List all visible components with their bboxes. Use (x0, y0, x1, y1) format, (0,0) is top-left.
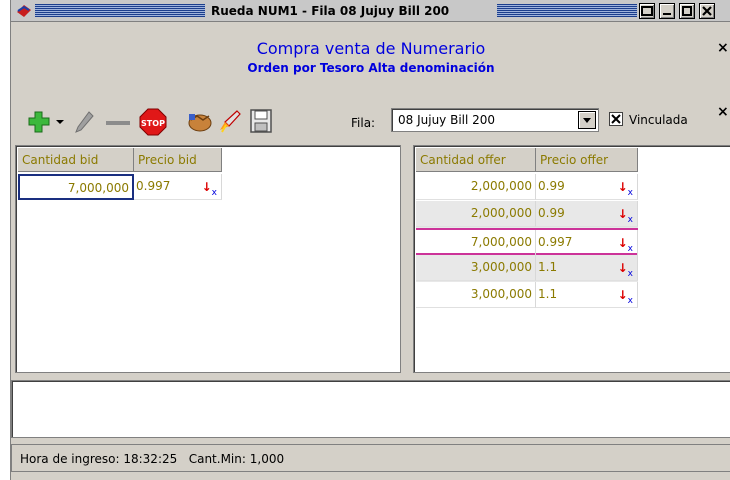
arrow-down-icon: ↓ (617, 180, 628, 194)
vinculada-label: Vinculada (629, 113, 688, 127)
cancel-arrow-icon[interactable]: ↓x (618, 283, 633, 309)
offer-cell-cantidad[interactable]: 3,000,000 (416, 282, 536, 308)
cancel-arrow-icon[interactable]: ↓x (618, 256, 633, 282)
edit-pencil-icon[interactable] (73, 110, 95, 134)
offer-precio-value: 0.99 (538, 179, 565, 193)
stop-label: STOP (141, 119, 165, 128)
cantmin-value: 1,000 (249, 452, 285, 466)
status-bar: Hora de ingreso: 18:32:25 Cant.Min: 1,00… (11, 444, 730, 472)
table-row[interactable]: 3,000,000 1.1 ↓x (416, 255, 638, 282)
fila-combobox[interactable]: 08 Jujuy Bill 200 (391, 108, 599, 132)
offer-precio-value: 1.1 (538, 260, 558, 274)
fila-value: 08 Jujuy Bill 200 (398, 113, 496, 127)
col-header-cantidad-bid[interactable]: Cantidad bid (18, 148, 134, 172)
offer-precio-value: 1.1 (538, 287, 558, 301)
dropdown-arrow-icon[interactable] (55, 118, 65, 126)
title-stripes-right (497, 4, 637, 17)
x-mark: x (211, 188, 217, 198)
arrow-down-icon: ↓ (617, 207, 628, 221)
message-area[interactable] (11, 380, 730, 438)
table-row[interactable]: 2,000,000 0.99 ↓x (416, 174, 638, 201)
rocket-icon[interactable] (217, 108, 243, 134)
fila-label-text: Fila: (351, 116, 376, 130)
table-row[interactable]: 3,000,000 1.1 ↓x (416, 282, 638, 309)
offer-cell-cantidad[interactable]: 2,000,000 (416, 201, 536, 227)
vinculada-checkbox[interactable] (609, 112, 623, 126)
arrow-down-icon: ↓ (201, 180, 212, 194)
minimize-all-button[interactable] (639, 3, 655, 19)
offer-precio-value: 0.99 (538, 206, 565, 220)
cantmin-label: Cant.Min: (188, 452, 246, 466)
x-mark: x (627, 244, 633, 254)
offer-panel: Cantidad offer Precio offer 2,000,000 0.9… (413, 145, 730, 373)
close-button[interactable] (699, 3, 715, 19)
arrow-down-icon: ↓ (617, 288, 628, 302)
minimize-button[interactable] (659, 3, 675, 19)
maximize-icon (682, 6, 692, 16)
app-icon (17, 5, 31, 17)
offer-cell-precio[interactable]: 1.1 ↓x (536, 282, 638, 308)
x-mark: x (627, 269, 633, 279)
order-header: Compra venta de Numerario Orden por Teso… (11, 23, 730, 95)
save-icon[interactable] (249, 108, 273, 134)
table-row[interactable]: 7,000,000 0.997 ↓x (416, 228, 638, 256)
bid-cell-cantidad[interactable]: 7,000,000 (18, 174, 134, 200)
offer-cell-cantidad[interactable]: 7,000,000 (416, 230, 536, 256)
maximize-button[interactable] (679, 3, 695, 19)
handshake-icon[interactable] (187, 110, 213, 134)
hora-label: Hora de ingreso: (20, 452, 120, 466)
title-stripes-left (35, 4, 205, 17)
bid-panel: Cantidad bid Precio bid 7,000,000 0.997 … (15, 145, 401, 373)
window: Rueda NUM1 - Fila 08 Jujuy Bill 200 Comp… (10, 0, 730, 480)
col-header-cantidad-offer[interactable]: Cantidad offer (416, 148, 536, 172)
checkmark-icon (611, 114, 621, 124)
window-menu-icon (641, 6, 653, 16)
table-row[interactable]: 2,000,000 0.99 ↓x (416, 201, 638, 228)
header-subtitle: Orden por Tesoro Alta denominación (247, 61, 495, 75)
offer-cell-cantidad[interactable]: 2,000,000 (416, 174, 536, 200)
offer-precio-value: 0.997 (538, 235, 573, 249)
cancel-arrow-icon[interactable]: ↓x (618, 231, 633, 257)
add-icon[interactable] (27, 110, 51, 134)
minimize-icon (663, 13, 671, 15)
offer-cell-precio[interactable]: 0.99 ↓x (536, 174, 638, 200)
col-header-precio-offer[interactable]: Precio offer (536, 148, 638, 172)
bid-precio-value: 0.997 (136, 179, 171, 193)
cancel-arrow-icon[interactable]: ↓x (202, 175, 217, 201)
bid-cell-precio[interactable]: 0.997 ↓x (134, 174, 222, 200)
chevron-down-icon[interactable] (578, 111, 596, 129)
x-mark: x (627, 188, 633, 198)
fila-label: Fila: (351, 116, 375, 130)
header-title: Compra venta de Numerario (256, 39, 486, 58)
offer-cell-cantidad[interactable]: 3,000,000 (416, 255, 536, 281)
status-text: Hora de ingreso: 18:32:25 Cant.Min: 1,00… (20, 452, 284, 466)
offer-cell-precio[interactable]: 0.997 ↓x (536, 230, 638, 256)
arrow-down-icon: ↓ (617, 236, 628, 250)
cancel-arrow-icon[interactable]: ↓x (618, 175, 633, 201)
hora-value: 18:32:25 (123, 452, 178, 466)
cancel-arrow-icon[interactable]: ↓x (618, 202, 633, 228)
x-mark: x (627, 215, 633, 225)
col-header-precio-bid[interactable]: Precio bid (134, 148, 222, 172)
close-icon (702, 6, 712, 16)
x-mark: x (627, 296, 633, 306)
title-bar[interactable]: Rueda NUM1 - Fila 08 Jujuy Bill 200 (11, 0, 730, 22)
arrow-down-icon: ↓ (617, 261, 628, 275)
stop-icon[interactable]: STOP (139, 108, 167, 136)
offer-cell-precio[interactable]: 1.1 ↓x (536, 255, 638, 281)
offer-cell-precio[interactable]: 0.99 ↓x (536, 201, 638, 227)
header-close-icon[interactable]: × (717, 40, 729, 56)
remove-icon[interactable] (105, 120, 131, 126)
toolbar-close-icon[interactable]: × (717, 104, 729, 120)
window-title: Rueda NUM1 - Fila 08 Jujuy Bill 200 (207, 2, 454, 20)
